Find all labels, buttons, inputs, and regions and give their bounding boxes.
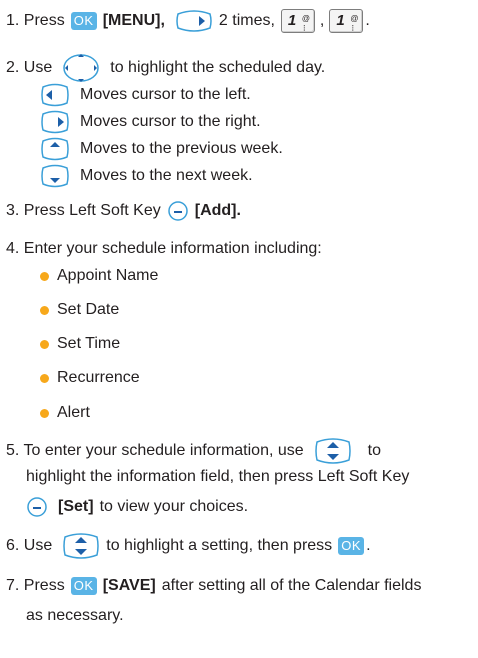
nav-left-key-icon: [40, 83, 70, 107]
nav-down-key-icon: [40, 164, 70, 188]
nav-up-key-icon: [40, 137, 70, 161]
bullet-item: Set Time: [40, 334, 120, 354]
nav-down-desc: Moves to the next week.: [80, 167, 253, 184]
bullet-dot: [40, 408, 49, 418]
nav-up-desc: Moves to the previous week.: [80, 140, 283, 157]
step-1-text: 1. Press: [6, 12, 65, 29]
step-6-desc: to highlight a setting, then press: [106, 537, 333, 554]
step-7-text: 7. Press: [6, 577, 65, 594]
number-1-key-icon: 1 @ ⁝: [280, 9, 315, 33]
step-5-line3-text: to view your choices.: [99, 498, 249, 515]
nav-right-row: Moves cursor to the right.: [40, 110, 261, 134]
step-3-text: 3. Press Left Soft Key: [6, 202, 161, 219]
nav-up-row: Moves to the previous week.: [40, 137, 283, 161]
bullet-dot: [40, 305, 49, 315]
step-2-desc: to highlight the scheduled day.: [110, 59, 326, 76]
comma: ,: [319, 12, 325, 29]
bullet-text: Recurrence: [57, 369, 140, 386]
step-1: 1. Press OK [MENU], 2 times, 1 @ ⁝ , 1 @…: [6, 9, 370, 33]
step-5-line3: [Set] to view your choices.: [26, 496, 248, 518]
nav-left-desc: Moves cursor to the left.: [80, 86, 251, 103]
times-text: 2 times,: [218, 12, 275, 29]
step-2-text: 2. Use: [6, 59, 53, 76]
nav-updown-key-icon: [314, 437, 352, 465]
step-4: 4. Enter your schedule information inclu…: [6, 239, 322, 259]
ok-key-icon: OK: [70, 577, 97, 595]
add-label: [Add].: [194, 202, 241, 219]
period: .: [366, 537, 371, 554]
bullet-item: Recurrence: [40, 368, 140, 388]
step-5-to: to: [367, 442, 381, 459]
step-5-line2-text: highlight the information field, then pr…: [26, 468, 410, 485]
nav-right-key-icon: [40, 110, 70, 134]
ok-key-icon: OK: [338, 537, 365, 555]
nav-down-row: Moves to the next week.: [40, 164, 253, 188]
left-soft-key-icon: [167, 200, 189, 222]
bullet-item: Set Date: [40, 300, 119, 320]
nav-left-row: Moves cursor to the left.: [40, 83, 251, 107]
bullet-item: Appoint Name: [40, 266, 158, 286]
save-label: [SAVE]: [102, 577, 156, 594]
bullet-dot: [40, 373, 49, 383]
set-label: [Set]: [58, 498, 94, 515]
step-3: 3. Press Left Soft Key [Add].: [6, 200, 241, 222]
step-7: 7. Press OK [SAVE] after setting all of …: [6, 576, 421, 596]
menu-label: [MENU],: [102, 12, 165, 29]
step-4-text: 4. Enter your schedule information inclu…: [6, 240, 322, 257]
left-soft-key-icon: [26, 496, 48, 518]
bullet-text: Set Time: [57, 335, 121, 352]
period: .: [365, 12, 370, 29]
bullet-text: Set Date: [57, 301, 120, 318]
bullet-text: Alert: [57, 404, 90, 421]
step-7-line2: as necessary.: [26, 606, 124, 626]
nav-4way-key-icon: [62, 53, 100, 83]
step-7-line2-text: as necessary.: [26, 607, 124, 624]
bullet-item: Alert: [40, 403, 90, 423]
number-1-key-icon: 1 @ ⁝: [329, 9, 364, 33]
nav-right-desc: Moves cursor to the right.: [80, 113, 261, 130]
step-5: 5. To enter your schedule information, u…: [6, 437, 381, 465]
bullet-dot: [40, 339, 49, 349]
nav-right-key-icon: [175, 9, 213, 33]
step-5-line2: highlight the information field, then pr…: [26, 467, 409, 487]
step-7-desc: after setting all of the Calendar fields: [161, 577, 422, 594]
step-6: 6. Use to highlight a setting, then pres…: [6, 532, 371, 560]
bullet-text: Appoint Name: [57, 267, 159, 284]
step-5-text: 5. To enter your schedule information, u…: [6, 442, 304, 459]
step-6-text: 6. Use: [6, 537, 53, 554]
ok-key-icon: OK: [70, 12, 97, 30]
step-2: 2. Use to highlight the scheduled day.: [6, 53, 325, 83]
bullet-dot: [40, 271, 49, 281]
nav-updown-key-icon: [62, 532, 100, 560]
